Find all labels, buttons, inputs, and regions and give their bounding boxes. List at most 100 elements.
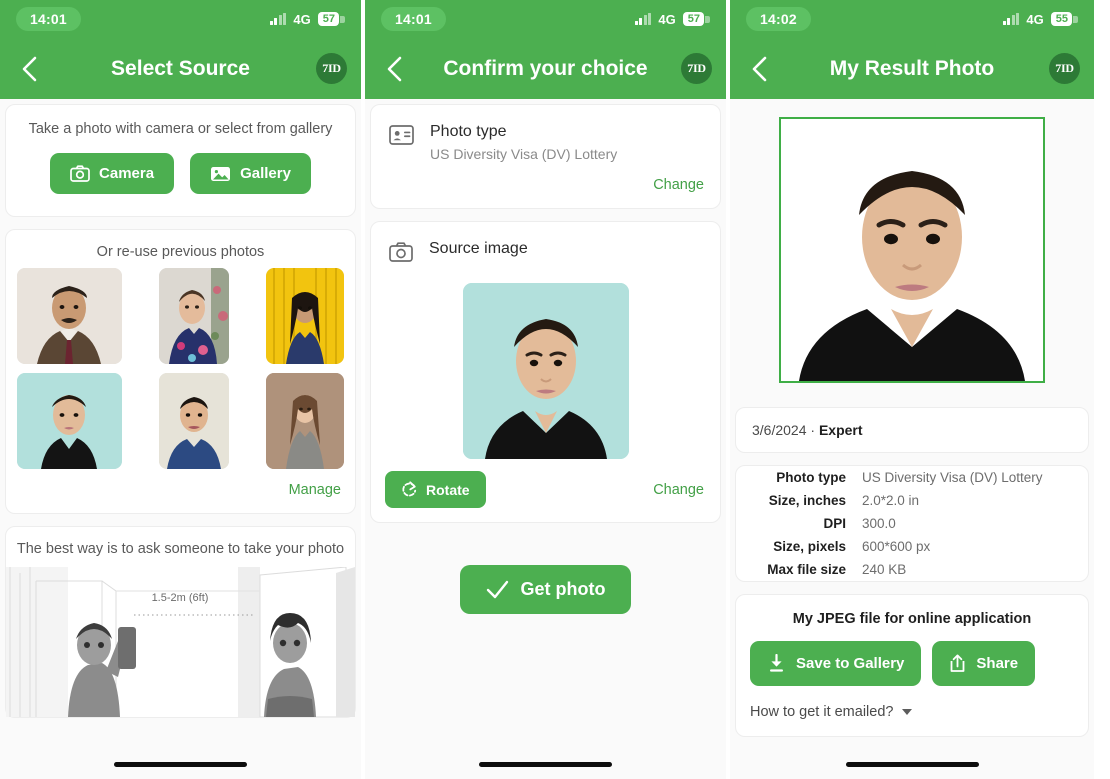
chevron-down-icon (902, 709, 913, 715)
page-title: My Result Photo (829, 56, 995, 80)
photo-type-value: US Diversity Visa (DV) Lottery (430, 146, 618, 162)
spec-key: DPI (823, 516, 846, 531)
network-type-label: 4G (293, 11, 311, 27)
table-row: Photo type US Diversity Visa (DV) Lotter… (736, 466, 1088, 489)
result-date: 3/6/2024 (752, 422, 807, 438)
phone-screen-result-photo: 14:02 4G 55 My Result Photo 7ID 3/6/2024… (730, 0, 1094, 779)
status-indicators: 4G 55 (1002, 12, 1078, 27)
app-logo-badge[interactable]: 7ID (1049, 53, 1080, 84)
result-meta-card: 3/6/2024 · Expert (735, 407, 1089, 453)
page-title: Confirm your choice (443, 56, 648, 80)
status-indicators: 4G 57 (634, 11, 710, 27)
battery-tip (1073, 15, 1078, 23)
back-button[interactable] (744, 54, 774, 84)
table-row: Size, pixels 600*600 px (736, 535, 1088, 558)
thumb-man-suit[interactable] (17, 268, 122, 364)
thumb-woman-teal-image (17, 373, 122, 469)
source-image-preview[interactable] (462, 283, 629, 459)
change-source-image-link[interactable]: Change (653, 482, 704, 498)
thumb-woman-floral-image (159, 268, 229, 364)
manage-link[interactable]: Manage (289, 482, 341, 498)
image-icon (211, 167, 231, 181)
app-logo-badge[interactable]: 7ID (681, 53, 712, 84)
app-logo-label: 7ID (687, 61, 706, 75)
battery-icon: 55 (1050, 12, 1078, 26)
source-card: Take a photo with camera or select from … (5, 104, 356, 217)
spec-key: Max file size (767, 562, 846, 577)
status-time: 14:02 (746, 7, 811, 31)
page-title: Select Source (111, 56, 250, 80)
back-button[interactable] (14, 54, 44, 84)
source-hint: Take a photo with camera or select from … (28, 121, 333, 137)
chevron-left-icon (752, 56, 767, 81)
chevron-left-icon (22, 56, 37, 81)
result-plan: Expert (818, 422, 863, 438)
spec-value: 300.0 (862, 516, 896, 531)
change-photo-type-link[interactable]: Change (653, 177, 704, 193)
thumb-woman-brown-image (266, 373, 344, 469)
thumb-woman-yellow[interactable] (266, 268, 344, 364)
battery-level-label: 57 (317, 12, 339, 26)
gallery-button[interactable]: Gallery (190, 153, 311, 194)
rotate-button-label: Rotate (426, 481, 470, 498)
how-to-email-label: How to get it emailed? (750, 704, 894, 720)
camera-icon (389, 242, 413, 267)
status-bar: 14:01 4G 57 (365, 0, 726, 38)
thumb-woman-floral[interactable] (159, 268, 229, 364)
previous-photos-title: Or re-use previous photos (96, 244, 265, 260)
previous-photos-card: Or re-use previous photos Manage (5, 229, 356, 514)
share-button[interactable]: Share (932, 641, 1036, 686)
rotate-button[interactable]: Rotate (385, 471, 486, 508)
thumb-woman-teal[interactable] (17, 373, 122, 469)
battery-icon: 57 (682, 12, 710, 26)
camera-button[interactable]: Camera (50, 153, 175, 194)
source-buttons: Camera Gallery (6, 137, 355, 216)
previous-photos-grid (6, 268, 355, 469)
spec-value: 2.0*2.0 in (862, 493, 920, 508)
battery-tip (705, 15, 710, 23)
screen1-body: Take a photo with camera or select from … (0, 99, 361, 750)
save-to-gallery-button[interactable]: Save to Gallery (750, 641, 922, 686)
battery-tip (340, 15, 345, 23)
specs-table: Photo type US Diversity Visa (DV) Lotter… (736, 466, 1088, 581)
home-indicator-area (0, 750, 361, 779)
thumb-man-blue[interactable] (159, 373, 229, 469)
result-photo-frame[interactable] (779, 117, 1045, 383)
status-time: 14:01 (16, 7, 81, 31)
app-logo-badge[interactable]: 7ID (316, 53, 347, 84)
home-indicator-area (730, 750, 1094, 779)
status-time: 14:01 (381, 7, 446, 31)
get-photo-button-label: Get photo (520, 579, 606, 599)
thumb-woman-brown[interactable] (266, 373, 344, 469)
nav-bar: Confirm your choice 7ID (365, 38, 726, 99)
app-logo-label: 7ID (322, 61, 341, 75)
home-indicator-area (365, 750, 726, 779)
network-type-label: 4G (658, 11, 676, 27)
battery-icon: 57 (317, 12, 345, 26)
source-image-row: Source image (371, 222, 720, 267)
thumb-man-blue-image (159, 373, 229, 469)
how-to-email-row[interactable]: How to get it emailed? (736, 686, 1088, 736)
source-image-actions: Rotate Change (371, 459, 720, 522)
back-button[interactable] (379, 54, 409, 84)
result-specs-card: Photo type US Diversity Visa (DV) Lotter… (735, 465, 1089, 582)
result-photo-wrap (730, 99, 1094, 401)
get-photo-wrap: Get photo (365, 529, 726, 614)
photo-type-change-row: Change (371, 162, 720, 208)
home-indicator[interactable] (114, 762, 247, 767)
battery-level-label: 57 (682, 12, 704, 26)
share-icon (951, 654, 965, 672)
manage-row: Manage (6, 469, 355, 513)
photo-type-title: Photo type (430, 123, 507, 140)
source-image-preview-wrap (371, 267, 720, 459)
camera-button-label: Camera (99, 165, 155, 182)
home-indicator[interactable] (479, 762, 612, 767)
distance-label: 1.5-2m (6ft) (152, 592, 209, 604)
home-indicator[interactable] (845, 762, 979, 767)
photo-type-row: Photo type US Diversity Visa (DV) Lotter… (371, 105, 720, 162)
screenshot-root: 14:01 4G 57 Select Source 7ID Take a pho… (0, 0, 1110, 779)
photo-type-card: Photo type US Diversity Visa (DV) Lotter… (370, 104, 721, 209)
id-card-icon (389, 125, 414, 150)
get-photo-button[interactable]: Get photo (459, 565, 632, 614)
status-indicators: 4G 57 (269, 11, 345, 27)
